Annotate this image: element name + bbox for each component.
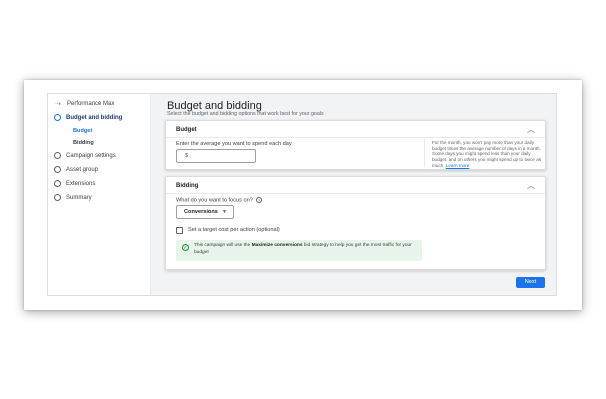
budget-card: Budget ︿ Enter the average you want to s… xyxy=(165,120,546,170)
focus-question: What do you want to focus on?? xyxy=(176,197,262,203)
step-circle-icon xyxy=(54,114,61,121)
bidding-card: Bidding ︿ What do you want to focus on??… xyxy=(165,176,546,270)
performance-max-icon: ⇢ xyxy=(55,101,61,108)
sidebar-item-summary[interactable]: Summary xyxy=(54,194,92,201)
sidebar-item-extensions[interactable]: Extensions xyxy=(54,180,95,187)
focus-question-label: What do you want to focus on? xyxy=(176,197,253,204)
app-window: ⇢ Performance Max Budget and bidding Bud… xyxy=(47,93,557,296)
main-content: Budget and bidding Select the budget and… xyxy=(152,94,556,295)
sidebar-item-asset-group[interactable]: Asset group xyxy=(54,166,98,173)
budget-input-label: Enter the average you want to spend each… xyxy=(176,141,292,147)
dropdown-arrow-icon: ▼ xyxy=(222,209,227,215)
sidebar-item-label: Summary xyxy=(66,194,92,201)
step-circle-icon xyxy=(54,166,61,173)
daily-budget-input[interactable]: $ xyxy=(176,149,256,163)
target-cpa-checkbox[interactable] xyxy=(176,227,183,234)
bidding-card-title: Bidding xyxy=(176,183,199,189)
target-cpa-label: Set a target cost per action (optional) xyxy=(188,227,280,233)
sidebar-header-label: Performance Max xyxy=(67,101,115,107)
sidebar-item-campaign-settings[interactable]: Campaign settings xyxy=(54,152,116,159)
divider xyxy=(166,193,545,194)
divider xyxy=(166,137,545,138)
sidebar-item-label: Extensions xyxy=(66,180,96,187)
check-circle-icon: ✓ xyxy=(182,244,189,251)
help-icon[interactable]: ? xyxy=(255,197,262,203)
collapse-chevron-icon[interactable]: ︿ xyxy=(527,180,535,191)
strategy-info-box: ✓ This campaign will use the Maximize co… xyxy=(176,240,422,261)
sidebar-item-label: Campaign settings xyxy=(66,152,116,159)
info-text-strategy: Maximize conversions xyxy=(251,243,303,248)
help-divider xyxy=(424,139,425,167)
sidebar-item-label: Asset group xyxy=(66,166,99,173)
sidebar-subitem-bidding[interactable]: Bidding xyxy=(73,140,94,146)
sidebar: ⇢ Performance Max Budget and bidding Bud… xyxy=(48,94,151,295)
sidebar-subitem-budget[interactable]: Budget xyxy=(73,128,92,134)
learn-more-link[interactable]: Learn more xyxy=(446,163,470,168)
focus-select-value: Conversions xyxy=(184,209,218,215)
step-circle-icon xyxy=(54,194,61,201)
sidebar-header[interactable]: ⇢ Performance Max xyxy=(54,100,114,108)
step-circle-icon xyxy=(54,180,61,187)
budget-help-text: For the month, you won't pay more than y… xyxy=(432,140,544,169)
info-text-prefix: This campaign will use the xyxy=(194,243,252,248)
strategy-info-text: This campaign will use the Maximize conv… xyxy=(194,243,419,256)
step-circle-icon xyxy=(54,152,61,159)
focus-select[interactable]: Conversions ▼ xyxy=(176,205,234,219)
sidebar-item-budget-and-bidding[interactable]: Budget and bidding xyxy=(54,114,122,121)
collapse-chevron-icon[interactable]: ︿ xyxy=(527,124,535,135)
page-subtitle: Select the budget and bidding options th… xyxy=(167,111,324,117)
sidebar-item-label: Budget and bidding xyxy=(66,114,123,121)
budget-card-title: Budget xyxy=(176,127,197,133)
next-button[interactable]: Next xyxy=(516,277,545,288)
